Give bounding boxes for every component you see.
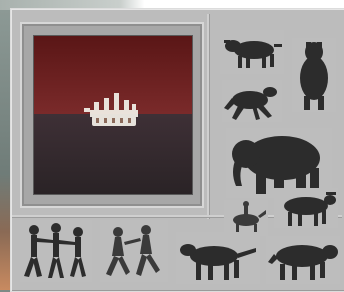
standing-horse-silhouette-icon xyxy=(300,42,328,110)
preview-frame xyxy=(20,22,204,208)
dancing-figures-icon xyxy=(24,223,86,278)
thumbnail-hunters[interactable] xyxy=(176,232,260,284)
thumbnail-ox[interactable] xyxy=(274,188,338,228)
thumbnail-running-figures[interactable] xyxy=(100,220,168,282)
thumbnail-bison[interactable] xyxy=(266,236,340,284)
hunters-icon xyxy=(180,244,256,280)
thumbnail-galloping-horse[interactable] xyxy=(222,80,282,122)
panel-divider-vertical xyxy=(207,14,209,219)
thumbnail-rider[interactable] xyxy=(224,200,268,236)
running-figures-icon xyxy=(106,225,160,276)
thumbnail-bull[interactable] xyxy=(220,30,284,74)
bearded-bull-crown-image xyxy=(34,36,192,194)
ox-silhouette-icon xyxy=(284,192,336,226)
thumbnail-dancing-figures[interactable] xyxy=(20,220,92,282)
preview-image[interactable] xyxy=(33,35,193,195)
bison-silhouette-icon xyxy=(268,245,338,280)
rider-silhouette-icon xyxy=(233,201,266,234)
bull-silhouette-icon xyxy=(224,40,282,68)
galloping-horse-silhouette-icon xyxy=(224,87,277,120)
thumbnail-standing-horse[interactable] xyxy=(292,38,336,112)
